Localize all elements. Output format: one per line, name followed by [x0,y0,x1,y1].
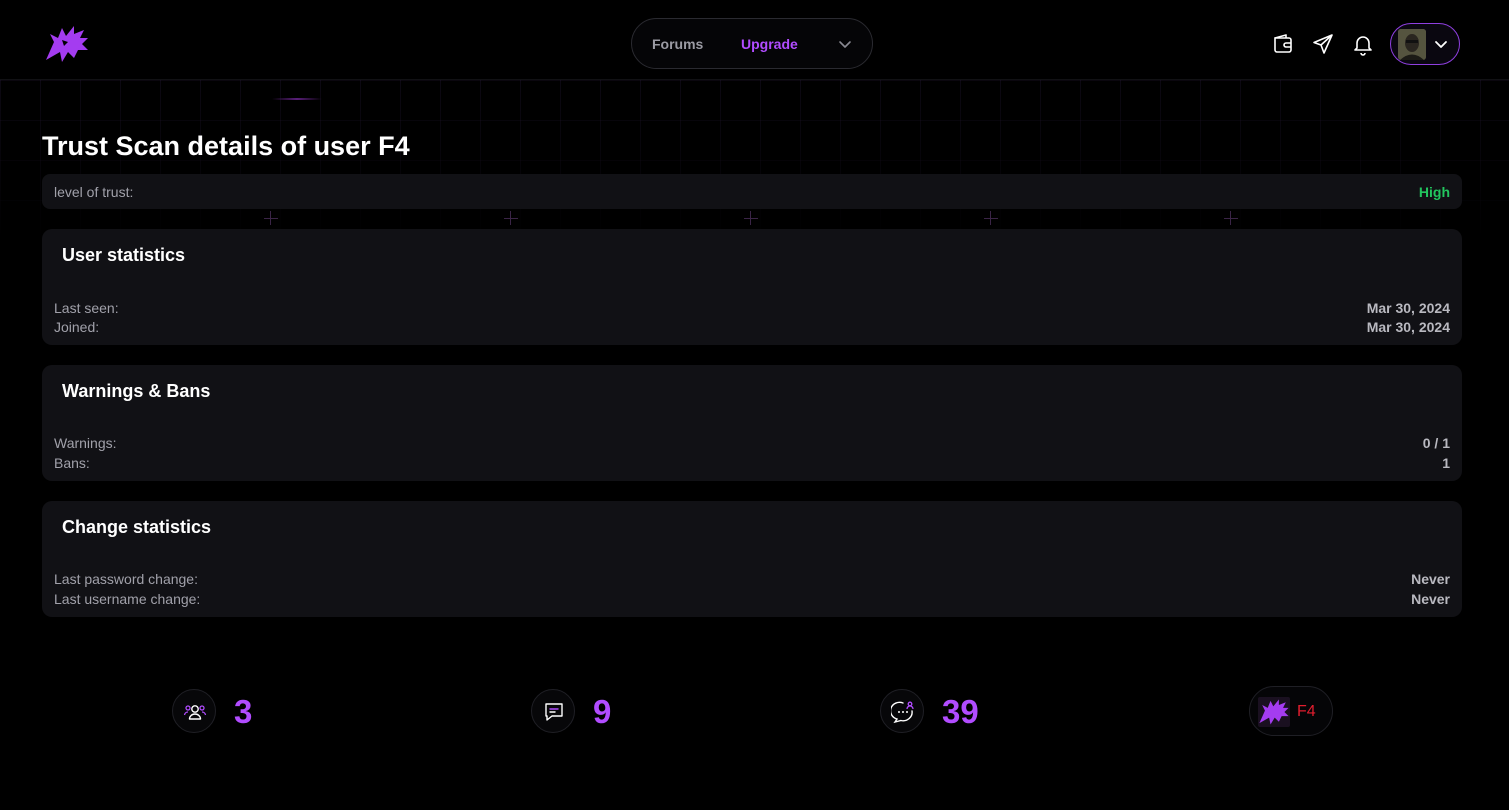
avatar-image [1398,29,1426,60]
avatar [1398,29,1426,60]
password-change-label: Last password change: [54,571,198,587]
password-change-value: Never [1411,571,1450,587]
page-title: Trust Scan details of user F4 [42,131,410,161]
warnings-bans-card: Warnings & Bans Warnings: 0 / 1 Bans: 1 [42,365,1462,481]
chevron-down-icon[interactable] [837,36,853,52]
card-title: User statistics [62,245,186,265]
account-menu-button[interactable] [1390,23,1460,65]
dragon-logo-icon [1259,699,1289,725]
plus-marker [264,211,278,225]
plus-marker [1224,211,1238,225]
last-seen-value: Mar 30, 2024 [1366,300,1450,316]
messages-count: 9 [593,693,612,730]
nav-forums-link[interactable]: Forums [652,36,703,52]
plus-marker [984,211,998,225]
nav-upgrade-link[interactable]: Upgrade [741,36,798,52]
user-statistics-card: User statistics Last seen: Mar 30, 2024 … [42,229,1462,345]
bans-value: 1 [1442,455,1450,471]
trust-value: High [1418,184,1450,200]
username: F4 [1297,703,1316,720]
message-icon [531,689,575,733]
username-change-value: Never [1411,591,1450,607]
card-title: Warnings & Bans [62,381,211,401]
change-statistics-card: Change statistics Last password change: … [42,501,1462,617]
joined-label: Joined: [54,319,100,335]
groups-count: 3 [234,693,253,730]
top-bar: Forums Upgrade [0,0,1509,80]
group-icon [172,689,216,733]
bell-icon[interactable] [1351,32,1375,56]
user-avatar [1258,697,1290,727]
trust-level-bar: level of trust: High [42,174,1462,209]
warnings-value: 0 / 1 [1422,435,1450,451]
card-title: Change statistics [62,517,212,537]
main-nav: Forums Upgrade [631,18,873,69]
last-seen-label: Last seen: [54,300,119,316]
plus-marker [504,211,518,225]
username-change-label: Last username change: [54,591,201,607]
user-chip[interactable]: F4 [1249,686,1333,736]
chevron-down-icon [1435,41,1447,48]
chats-count: 39 [942,693,979,730]
bans-label: Bans: [54,455,90,471]
wallet-icon[interactable] [1271,32,1295,56]
send-icon[interactable] [1311,32,1335,56]
dragon-logo-icon[interactable] [44,24,90,64]
chat-icon [880,689,924,733]
warnings-label: Warnings: [54,435,117,451]
trust-label: level of trust: [54,184,134,200]
plus-marker [744,211,758,225]
joined-value: Mar 30, 2024 [1366,319,1450,335]
glow-line [272,98,322,100]
